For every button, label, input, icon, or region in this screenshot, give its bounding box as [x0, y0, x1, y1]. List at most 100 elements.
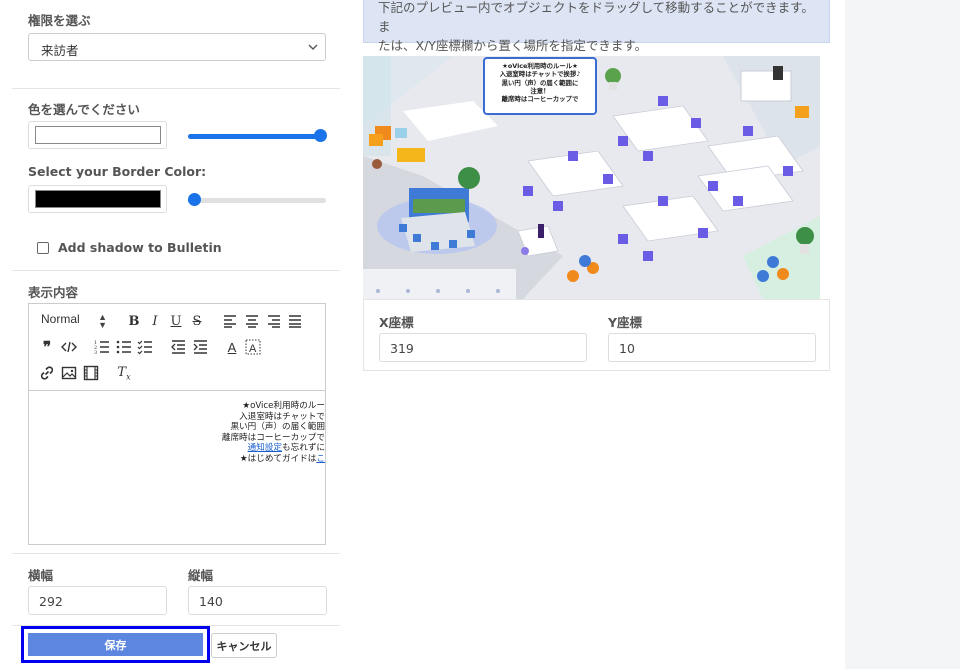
- height-label: 縦幅: [188, 568, 214, 583]
- cancel-button[interactable]: キャンセル: [211, 633, 277, 658]
- bold-icon: B: [128, 313, 140, 329]
- background-color-icon: A: [245, 339, 261, 355]
- italic-icon: I: [152, 313, 158, 329]
- link-suffix: も忘れずに: [282, 443, 325, 454]
- text-color-icon: A: [227, 339, 237, 355]
- bold-button[interactable]: B: [125, 312, 143, 330]
- permission-selected: 来訪者: [41, 43, 79, 58]
- slider-handle[interactable]: [188, 193, 201, 206]
- border-color-picker[interactable]: [28, 185, 167, 213]
- x-coordinate-input[interactable]: 319: [379, 333, 587, 362]
- align-right-button[interactable]: [265, 312, 283, 330]
- shadow-label: Add shadow to Bulletin: [58, 240, 222, 255]
- content-label: 表示内容: [28, 285, 79, 300]
- underline-button[interactable]: U: [167, 312, 185, 330]
- align-left-icon: [224, 315, 236, 328]
- y-coordinate-label: Y座標: [608, 315, 643, 330]
- border-color-slider[interactable]: [188, 192, 326, 208]
- editor-line: ★oVice利用時のルー: [242, 401, 325, 411]
- align-justify-button[interactable]: [286, 312, 304, 330]
- guide-link[interactable]: こ: [316, 454, 325, 464]
- editor-line: 入退室時はチャットで: [239, 411, 325, 422]
- outdent-button[interactable]: [169, 338, 187, 356]
- align-left-button[interactable]: [221, 312, 239, 330]
- checklist-icon: [137, 340, 152, 355]
- bullet-list-button[interactable]: [115, 338, 133, 356]
- editor-toolbar: Normal ▲ ▼ B I U S ❞ 123 A A Tx: [29, 304, 325, 391]
- editor-text: ★oVice利用時のルー 入退室時はチャットで 黒い円（声）の届く範囲 離席時は…: [222, 401, 325, 465]
- info-message: 下記のプレビュー内でオブジェクトをドラッグして移動することができます。ま たは、…: [363, 0, 830, 53]
- permission-select[interactable]: 来訪者: [28, 33, 326, 61]
- guide-prefix: ★はじめてガイドは: [239, 453, 317, 464]
- header-select[interactable]: Normal ▲ ▼: [41, 312, 107, 330]
- clear-format-button[interactable]: Tx: [115, 364, 133, 382]
- color-swatch: [35, 126, 161, 144]
- border-color-swatch: [35, 190, 161, 208]
- underline-icon: U: [170, 313, 182, 329]
- align-center-button[interactable]: [243, 312, 261, 330]
- bulletin-object[interactable]: ★oVice利用時のルール★ 入退室時はチャットで挨拶♪ 黒い円（声）の届く範囲…: [483, 57, 597, 115]
- info-line: たは、X/Y座標欄から置く場所を指定できます。: [378, 38, 648, 53]
- bulletin-line: 黒い円（声）の届く範囲に: [501, 78, 579, 87]
- strike-button[interactable]: S: [188, 312, 206, 330]
- background-area: [845, 0, 960, 669]
- video-icon: [83, 365, 99, 381]
- height-input[interactable]: 140: [188, 586, 327, 615]
- indent-icon: [193, 340, 207, 354]
- office-preview[interactable]: ★oVice利用時のルール★ 入退室時はチャットで挨拶♪ 黒い円（声）の届く範囲…: [363, 56, 820, 299]
- link-button[interactable]: [38, 364, 56, 382]
- quote-icon: ❞: [42, 338, 52, 356]
- width-input[interactable]: 292: [28, 586, 167, 615]
- video-button[interactable]: [82, 364, 100, 382]
- rich-text-editor: Normal ▲ ▼ B I U S ❞ 123 A A Tx ★oVice利用…: [28, 303, 326, 545]
- slider-handle[interactable]: [314, 129, 327, 142]
- save-button[interactable]: 保存: [21, 626, 210, 663]
- bullet-list-icon: [116, 340, 131, 354]
- indent-button[interactable]: [191, 338, 209, 356]
- bulletin-line: 注意！: [530, 86, 550, 95]
- y-coordinate-input[interactable]: 10: [608, 333, 816, 362]
- ordered-list-button[interactable]: 123: [93, 338, 111, 356]
- check-list-button[interactable]: [136, 338, 154, 356]
- editor-content[interactable]: ★oVice利用時のルー 入退室時はチャットで 黒い円（声）の届く範囲 離席時は…: [29, 392, 325, 544]
- chevron-down-icon: [308, 44, 318, 50]
- blockquote-button[interactable]: ❞: [38, 338, 56, 356]
- color-slider[interactable]: [188, 128, 327, 144]
- save-button-label: 保存: [28, 633, 203, 656]
- italic-button[interactable]: I: [146, 312, 164, 330]
- border-color-label: Select your Border Color:: [28, 164, 207, 179]
- editor-line: ★はじめてガイドはこ: [222, 454, 325, 465]
- background-color-button[interactable]: A: [244, 338, 262, 356]
- divider: [12, 553, 340, 554]
- code-icon: [61, 341, 77, 353]
- editor-line: 黒い円（声）の届く範囲: [230, 422, 325, 433]
- code-button[interactable]: [60, 338, 78, 356]
- editor-line: 通知設定も忘れずに: [222, 443, 325, 454]
- divider: [12, 270, 340, 271]
- permission-label: 権限を選ぶ: [28, 13, 91, 28]
- image-button[interactable]: [60, 364, 78, 382]
- preview-panel: 下記のプレビュー内でオブジェクトをドラッグして移動することができます。ま たは、…: [340, 0, 845, 669]
- svg-text:3: 3: [94, 350, 97, 355]
- bulletin-line: 入退室時はチャットで挨拶♪: [499, 70, 581, 79]
- link-icon: [40, 366, 54, 380]
- shadow-checkbox[interactable]: [37, 242, 49, 254]
- strike-icon: S: [192, 313, 202, 329]
- updown-icon: ▲ ▼: [98, 312, 107, 330]
- header-select-value: Normal: [41, 312, 80, 326]
- align-right-icon: [268, 315, 280, 328]
- align-center-icon: [246, 315, 258, 328]
- slider-track: [188, 198, 326, 203]
- ordered-list-icon: 123: [94, 340, 109, 355]
- clear-format-icon: Tx: [117, 364, 131, 382]
- image-icon: [61, 366, 77, 380]
- notification-settings-link[interactable]: 通知設定: [248, 443, 282, 453]
- svg-text:A: A: [249, 343, 257, 355]
- settings-panel: 権限を選ぶ 来訪者 色を選んでください Select your Border C…: [0, 0, 340, 669]
- info-line: 下記のプレビュー内でオブジェクトをドラッグして移動することができます。ま: [378, 0, 814, 34]
- coordinates-card: X座標 319 Y座標 10: [363, 299, 830, 371]
- color-picker[interactable]: [28, 121, 167, 149]
- text-color-button[interactable]: A: [223, 338, 241, 356]
- align-justify-icon: [289, 315, 301, 328]
- divider: [12, 88, 340, 89]
